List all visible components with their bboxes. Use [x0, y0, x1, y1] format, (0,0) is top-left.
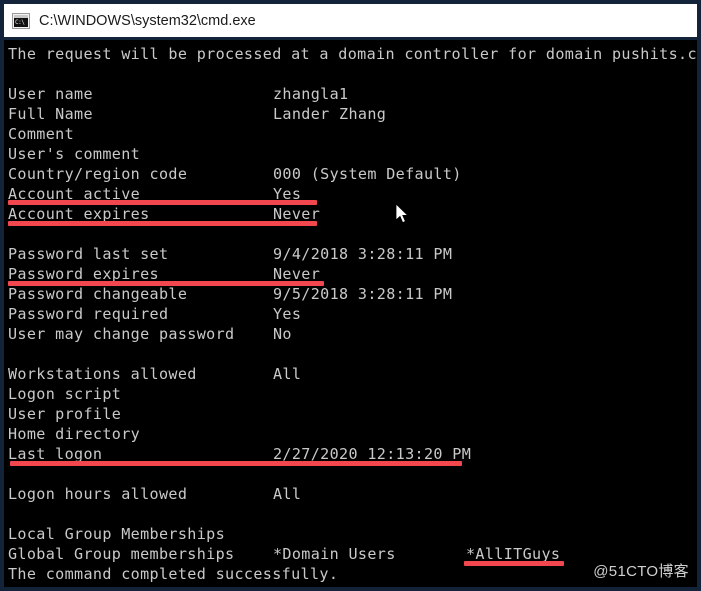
console-row-value: *Domain Users	[273, 545, 396, 563]
console-row: Workstations allowed All	[8, 364, 301, 384]
console-row-label: Local Group Memberships	[8, 525, 226, 543]
console-row: User profile	[8, 404, 121, 424]
console-row-label: Logon script	[8, 385, 122, 403]
console-text-buffer: The request will be processed at a domai…	[4, 40, 697, 587]
console-row-value: 000 (System Default)	[273, 165, 462, 183]
console-row-label: The command completed successfully.	[8, 565, 339, 583]
console-row-label: User may change password	[8, 325, 235, 343]
console-row-label: Global Group memberships	[8, 545, 235, 563]
redline-below-password-expires	[8, 281, 324, 286]
console-row-value: No	[273, 325, 292, 343]
console-row: The command completed successfully.	[8, 564, 338, 584]
console-row: Local Group Memberships	[8, 524, 225, 544]
console-row-label: Logon hours allowed	[8, 485, 188, 503]
console-row: Comment	[8, 124, 74, 144]
console-header-text: The request will be processed at a domai…	[8, 45, 697, 63]
console-row: Global Group memberships *Domain Users *Al…	[8, 544, 560, 564]
console-row-label: User profile	[8, 405, 122, 423]
console-row-value: All	[273, 485, 302, 503]
console-row-label: Password required	[8, 305, 169, 323]
redline-above-account-expires	[8, 200, 317, 205]
console-row-label: User name	[8, 85, 93, 103]
cmd-icon-prompt-glyph: C:\	[14, 17, 28, 27]
console-row-label: Home directory	[8, 425, 141, 443]
console-row-value: Yes	[273, 305, 302, 323]
console-row-value: 9/5/2018 3:28:11 PM	[273, 285, 453, 303]
console-row-label: Workstations allowed	[8, 365, 197, 383]
console-row: Full Name Lander Zhang	[8, 104, 386, 124]
window-titlebar[interactable]: C:\ C:\WINDOWS\system32\cmd.exe	[4, 4, 697, 37]
console-row-label: Full Name	[8, 105, 93, 123]
console-row-label: Password last set	[8, 245, 169, 263]
console-row: User name zhangla1	[8, 84, 348, 104]
redline-below-allitguys	[464, 561, 564, 566]
console-row-label: Comment	[8, 125, 75, 143]
console-row-value: zhangla1	[273, 85, 349, 103]
cmd-exe-icon: C:\	[12, 12, 30, 29]
console-row-label: Password changeable	[8, 285, 188, 303]
console-header-line: The request will be processed at a domai…	[8, 44, 697, 64]
console-row: Home directory	[8, 424, 140, 444]
console-row: Password changeable 9/5/2018 3:28:11 PM	[8, 284, 452, 304]
console-row-label: User's comment	[8, 145, 141, 163]
console-row: User's comment	[8, 144, 140, 164]
window-title: C:\WINDOWS\system32\cmd.exe	[39, 12, 256, 29]
console-row-value: Lander Zhang	[273, 105, 387, 123]
redline-below-last-logon	[10, 461, 462, 466]
watermark-51cto: @51CTO博客	[593, 563, 689, 580]
console-row: Password last set 9/4/2018 3:28:11 PM	[8, 244, 452, 264]
console-row-value: 9/4/2018 3:28:11 PM	[273, 245, 453, 263]
console-row: Logon hours allowed All	[8, 484, 301, 504]
console-row: Country/region code 000 (System Default)	[8, 164, 461, 184]
console-row: User may change password No	[8, 324, 292, 344]
console-row: Logon script	[8, 384, 121, 404]
console-row-label: Country/region code	[8, 165, 188, 183]
screenshot-root: C:\ C:\WINDOWS\system32\cmd.exe The requ…	[0, 0, 701, 591]
console-row: Password required Yes	[8, 304, 301, 324]
redline-below-account-expires	[8, 221, 317, 226]
console-output-area[interactable]: The request will be processed at a domai…	[4, 40, 697, 587]
console-row-value: All	[273, 365, 302, 383]
